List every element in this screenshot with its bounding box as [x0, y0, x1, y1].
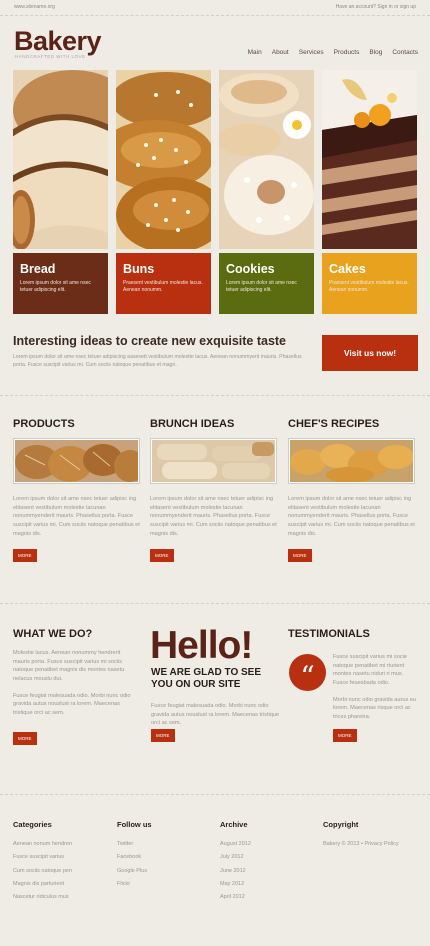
footer-link[interactable]: June 2012 [220, 868, 251, 874]
tile-title: Cookies [226, 262, 275, 276]
tile-cakes[interactable]: Cakes Praesent vestibulum molestie lacus… [322, 70, 417, 314]
bread-loaves-photo-icon [13, 438, 140, 484]
hello-text-content: Fusce feugiat malesuada odio. Morbi nunc… [151, 703, 280, 727]
footer-archive: Archive August 2012 July 2012 June 2012 … [220, 820, 251, 907]
tile-text: Praesent vestibulum molestie lacus. Aene… [123, 280, 203, 294]
nav-about[interactable]: About [272, 49, 289, 56]
hello-text: Fusce feugiat malesuada odio. Morbi nunc… [151, 702, 281, 728]
tile-caption: Cookies Lorem ipsum dolor sit ame nsec t… [219, 253, 314, 314]
footer-link[interactable]: Nascetur ridiculus mus [13, 894, 72, 900]
tile-caption: Bread Lorem ipsum dolor sit ame nsec tet… [13, 253, 108, 314]
nav-products[interactable]: Products [334, 49, 360, 56]
tile-text: Lorem ipsum dolor sit ame nsec tetuer ad… [226, 280, 297, 294]
divider [0, 603, 430, 604]
divider [0, 794, 430, 795]
tile-bread[interactable]: Bread Lorem ipsum dolor sit ame nsec tet… [13, 70, 108, 314]
what-we-do: WHAT WE DO? Molestie lacus. Aenean nonum… [13, 628, 138, 745]
footer-link[interactable]: Fusce suscipit varius [13, 854, 72, 860]
footer-link[interactable]: Aenean nonum hendren [13, 841, 72, 847]
logo[interactable]: Bakery [14, 26, 102, 57]
feature-title: PRODUCTS [13, 418, 75, 430]
tile-text: Lorem ipsum dolor sit ame nsec tetuer ad… [20, 280, 91, 294]
more-button[interactable]: MORE [13, 549, 37, 563]
tile-cookies[interactable]: Cookies Lorem ipsum dolor sit ame nsec t… [219, 70, 314, 314]
more-button[interactable]: MORE [288, 549, 312, 563]
testimonial-paragraph: Morbi nunc odio gravida aurus eu lorem. … [333, 696, 417, 720]
footer-link-flickr[interactable]: Flickr [117, 881, 152, 887]
footer-link[interactable]: Magnis dis parturient [13, 881, 72, 887]
footer-copyright: Copyright Bakery © 2013 • Privacy Policy [323, 820, 399, 854]
footer-heading: Follow us [117, 820, 152, 829]
feature-brunch-ideas: BRUNCH IDEAS Lorem ipsum dolor sit ame n… [150, 418, 278, 563]
footer-link-google-plus[interactable]: Google Plus [117, 868, 152, 874]
feature-chefs-recipes: CHEF'S RECIPES Lorem ipsum dolor sit ame… [288, 418, 416, 563]
tile-title: Bread [20, 262, 56, 276]
tile-caption: Buns Praesent vestibulum molestie lacus.… [116, 253, 211, 314]
testimonials-section: TESTIMONIALS [288, 628, 416, 648]
more-button[interactable]: MORE [151, 729, 175, 742]
cakes-photo-icon [322, 70, 417, 249]
footer-link[interactable]: July 2012 [220, 854, 251, 860]
footer-categories: Categories Aenean nonum hendren Fusce su… [13, 820, 72, 907]
promo-text: Lorem ipsum dolor sit ame nsec tetuer ad… [13, 354, 302, 369]
more-button[interactable]: MORE [333, 729, 357, 742]
hello-heading: Hello! [150, 624, 253, 667]
nav-blog[interactable]: Blog [369, 49, 382, 56]
ciabatta-photo-icon [150, 438, 277, 484]
feature-text: Lorem ipsum dolor sit ame nsec tetuer ad… [288, 496, 415, 537]
what-we-do-text: Fusce feugiat malesuada odio. Morbi nunc… [13, 692, 131, 716]
testimonial-paragraph: Fusce suscipit varius mi socie natoque p… [333, 654, 407, 686]
top-bar: www.sitename.org Have an account? Sign i… [0, 0, 430, 14]
footer-link[interactable]: May 2012 [220, 881, 251, 887]
site-url[interactable]: www.sitename.org [14, 4, 55, 10]
tile-buns[interactable]: Buns Praesent vestibulum molestie lacus.… [116, 70, 211, 314]
footer-follow-us: Follow us Twitter Facebook Google Plus F… [117, 820, 152, 894]
nav-main[interactable]: Main [248, 49, 262, 56]
feature-title: CHEF'S RECIPES [288, 418, 380, 430]
what-we-do-text: Molestie lacus. Aenean nonummy hendrerit… [13, 650, 125, 682]
footer-link-twitter[interactable]: Twitter [117, 841, 152, 847]
buns-photo-icon [116, 70, 211, 249]
footer-heading: Archive [220, 820, 248, 829]
feature-text: Lorem ipsum dolor sit ame nsec tetuer ad… [150, 496, 277, 537]
cookies-photo-icon [219, 70, 314, 249]
quote-icon: “ [289, 654, 326, 693]
feature-text: Lorem ipsum dolor sit ame nsec tetuer ad… [13, 496, 140, 537]
feature-products: PRODUCTS Lorem ipsum dolor sit ame nsec … [13, 418, 141, 563]
croissants-photo-icon [288, 438, 415, 484]
testimonial-text: Fusce suscipit varius mi socie natoque p… [333, 653, 417, 722]
tagline: HANDCRAFTED WITH LOVE [15, 54, 86, 59]
footer-link-facebook[interactable]: Facebook [117, 854, 152, 860]
hello-subheading: WE ARE GLAD TO SEE YOU ON OUR SITE [151, 667, 262, 690]
feature-title: BRUNCH IDEAS [150, 418, 235, 430]
divider [0, 395, 430, 396]
footer-link[interactable]: August 2012 [220, 841, 251, 847]
nav-contacts[interactable]: Contacts [392, 49, 418, 56]
promo-heading: Interesting ideas to create new exquisit… [13, 334, 287, 348]
tile-title: Cakes [329, 262, 366, 276]
tile-text: Praesent vestibulum molestie lacus. Aene… [329, 280, 409, 294]
main-nav: Main About Services Products Blog Contac… [248, 49, 418, 56]
nav-services[interactable]: Services [299, 49, 324, 56]
more-button[interactable]: MORE [13, 731, 37, 745]
bread-photo-icon [13, 70, 108, 249]
tile-caption: Cakes Praesent vestibulum molestie lacus… [322, 253, 417, 314]
copyright-text[interactable]: Bakery © 2013 • Privacy Policy [323, 841, 399, 847]
footer-link[interactable]: Cum sociis natoque pen [13, 868, 72, 874]
more-button[interactable]: MORE [150, 549, 174, 563]
footer-link[interactable]: April 2012 [220, 894, 251, 900]
visit-us-button[interactable]: Visit us now! [322, 335, 418, 371]
footer-heading: Categories [13, 820, 52, 829]
tile-title: Buns [123, 262, 155, 276]
footer-heading: Copyright [323, 820, 359, 829]
divider [0, 15, 430, 16]
account-links[interactable]: Have an account? Sign in or sign up [336, 4, 416, 10]
what-we-do-title: WHAT WE DO? [13, 628, 93, 640]
testimonials-title: TESTIMONIALS [288, 628, 370, 640]
